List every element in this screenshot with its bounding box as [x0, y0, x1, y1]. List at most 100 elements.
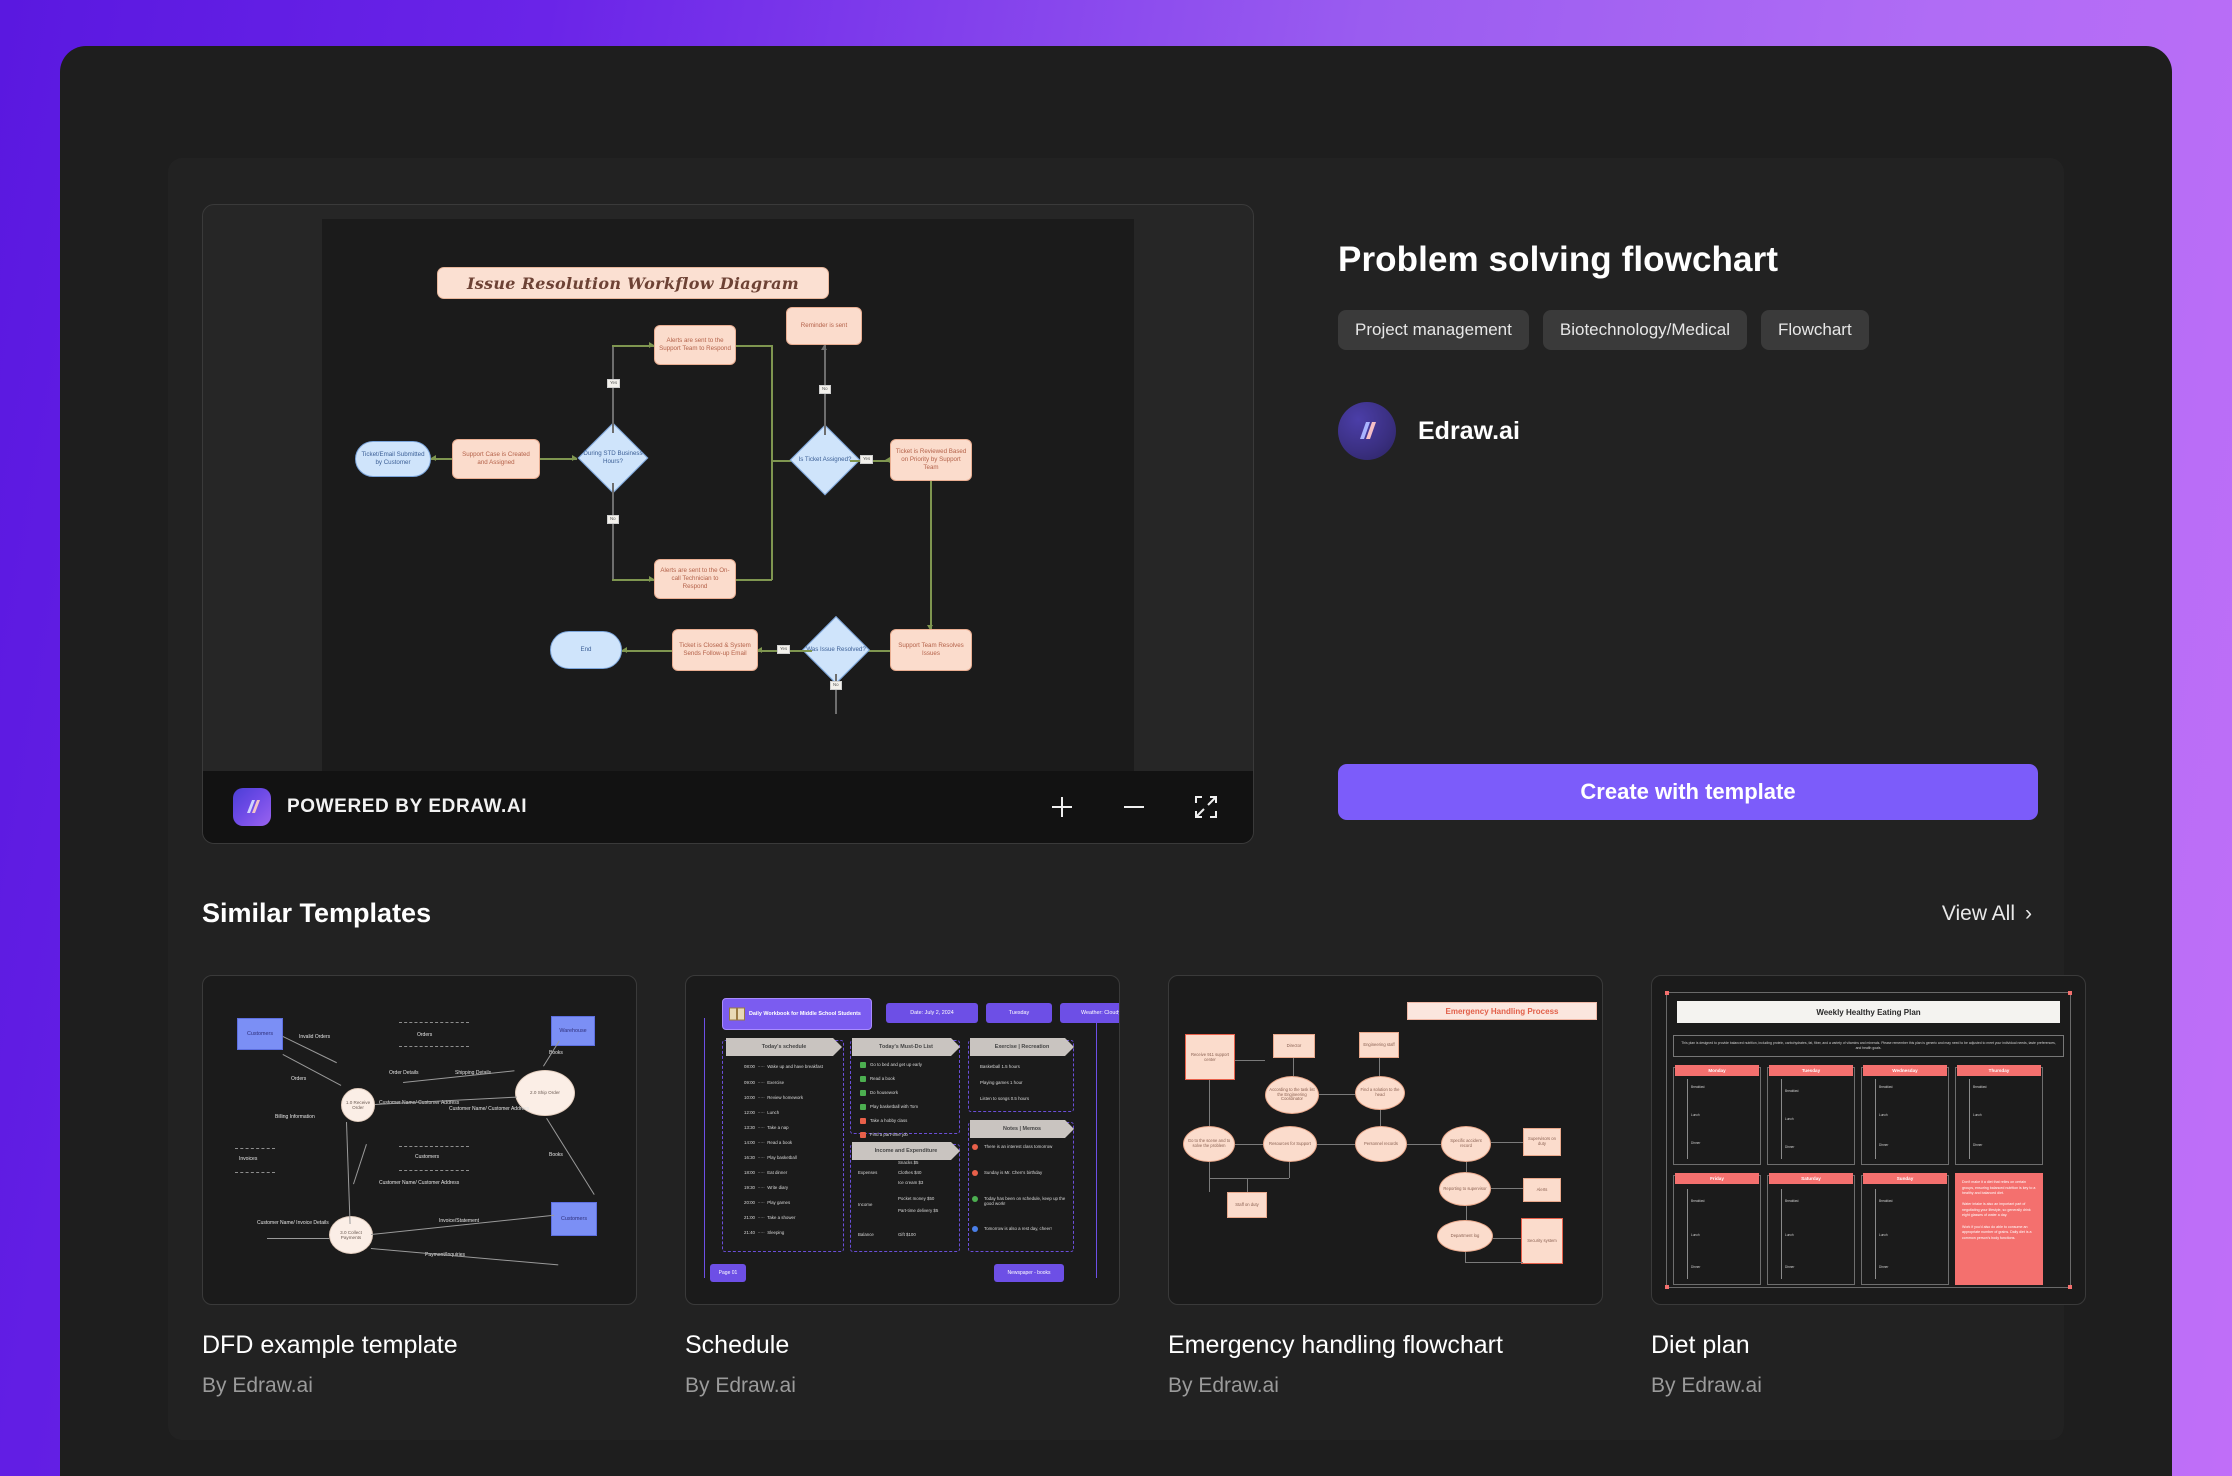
edge [771, 345, 773, 460]
diet-meal: Dinner [1879, 1265, 1889, 1269]
schedule-thumb: Daily Workbook for Middle School Student… [700, 994, 1119, 1286]
card-title: DFD example template [202, 1331, 458, 1359]
diet-tree [1781, 1079, 1782, 1159]
arrow-icon [431, 455, 436, 461]
emergency-edge [1293, 1058, 1294, 1076]
dfd-divider [235, 1148, 275, 1149]
finance-item: Pocket money $50 [898, 1196, 935, 1201]
schedule-row: 14:00 ····· Read a book [744, 1140, 793, 1145]
diet-tree [1687, 1079, 1688, 1159]
node-end[interactable]: End [550, 631, 622, 669]
node-case-created[interactable]: Support Case is Created and Assigned [452, 439, 540, 479]
template-thumbnail[interactable]: Daily Workbook for Middle School Student… [685, 975, 1120, 1305]
diet-tree [1875, 1189, 1876, 1279]
node-start[interactable]: Ticket/Email Submitted by Customer [355, 441, 431, 477]
emergency-edge [1466, 1162, 1467, 1172]
tag-list: Project management Biotechnology/Medical… [1338, 310, 2038, 350]
schedule-header: Daily Workbook for Middle School Student… [722, 998, 872, 1030]
schedule-time: 19:30 [744, 1185, 755, 1190]
diet-meal: Lunch [1785, 1233, 1794, 1237]
dfd-flow [353, 1144, 367, 1185]
dfd-flow-label: Customer Name/ Invoice Details [257, 1220, 329, 1226]
emergency-edge [1209, 1080, 1210, 1126]
avatar [1338, 402, 1396, 460]
template-card-diet[interactable]: Weekly Healthy Eating Plan This plan is … [1651, 975, 2086, 1398]
schedule-column-header: Income and Expenditure [852, 1142, 960, 1160]
template-thumbnail[interactable]: Weekly Healthy Eating Plan This plan is … [1651, 975, 2086, 1305]
node-closed[interactable]: Ticket is Closed & System Sends Follow-u… [672, 629, 758, 671]
schedule-time: 21:00 [744, 1215, 755, 1220]
dfd-flow [370, 1248, 559, 1266]
dfd-divider [399, 1146, 469, 1147]
note-bullet-icon [972, 1226, 978, 1232]
note-bullet-icon [972, 1144, 978, 1150]
template-card-schedule[interactable]: Daily Workbook for Middle School Student… [685, 975, 1120, 1398]
dfd-flow-label: Order Details [389, 1070, 419, 1076]
diet-day-header: Monday [1675, 1065, 1759, 1076]
emergency-edge [1209, 1178, 1289, 1179]
emergency-edge [1247, 1178, 1248, 1192]
diagram-title: Issue Resolution Workflow Diagram [437, 267, 829, 299]
todo-item: Take a hobby class [870, 1118, 908, 1123]
note-bullet-icon [972, 1170, 978, 1176]
schedule-time: 20:00 [744, 1200, 755, 1205]
finance-item: Snacks $5 [898, 1160, 919, 1165]
tag-project-management[interactable]: Project management [1338, 310, 1529, 350]
schedule-chip-weather: Weather: Cloudy [1060, 1003, 1119, 1023]
template-thumbnail[interactable]: Customers Warehouse Customers 1.0 Receiv… [202, 975, 637, 1305]
flowchart-canvas[interactable]: Issue Resolution Workflow Diagram Ticket… [322, 219, 1134, 771]
emergency-node: Receive 911 support center [1185, 1034, 1235, 1080]
schedule-row: 20:00 ····· Play games [744, 1200, 791, 1205]
zoom-in-button[interactable] [1045, 790, 1079, 824]
view-all-link[interactable]: View All › [1942, 902, 2032, 926]
emergency-title: Emergency Handling Process [1407, 1002, 1597, 1020]
node-alerts-oncall[interactable]: Alerts are sent to the On-call Technicia… [654, 559, 736, 599]
tag-biotechnology-medical[interactable]: Biotechnology/Medical [1542, 310, 1747, 350]
schedule-row: 18:00 ····· Eat dinner [744, 1170, 788, 1175]
emergency-edge [1235, 1144, 1263, 1145]
app-window: Issue Resolution Workflow Diagram Ticket… [60, 46, 2172, 1476]
template-card-emergency[interactable]: Emergency Handling Process Receive 911 s… [1168, 975, 1603, 1398]
page-title: Problem solving flowchart [1338, 240, 1779, 279]
node-alerts-support[interactable]: Alerts are sent to the Support Team to R… [654, 325, 736, 365]
diet-day-header: Wednesday [1863, 1065, 1947, 1076]
dfd-flow-label: Customer Name/ Customer Address [379, 1180, 460, 1186]
note-item: Sunday is Mr. Chen's birthday [984, 1170, 1043, 1175]
diet-day-header: Thursday [1957, 1065, 2041, 1076]
schedule-row: 12:00 ····· Lunch [744, 1110, 780, 1115]
preview-tools [1045, 790, 1223, 824]
arrow-icon [572, 455, 577, 461]
schedule-row: 19:30 ····· Write diary [744, 1185, 789, 1190]
edge [612, 345, 614, 433]
create-with-template-button[interactable]: Create with template [1338, 764, 2038, 820]
checkbox-icon [860, 1062, 866, 1068]
tag-flowchart[interactable]: Flowchart [1760, 310, 1869, 350]
dfd-flow-label: Customers [415, 1154, 440, 1160]
schedule-column-header: Today's schedule [726, 1038, 842, 1056]
dfd-flow-label: Customer Name/ Customer Address [449, 1106, 530, 1112]
author-row[interactable]: Edraw.ai [1338, 402, 2038, 460]
emergency-node: Specific accident record [1441, 1126, 1491, 1162]
fullscreen-icon[interactable] [1189, 790, 1223, 824]
emergency-node: Supervisors on duty [1523, 1128, 1561, 1156]
node-team-resolves[interactable]: Support Team Resolves Issues [890, 629, 972, 671]
card-author: By Edraw.ai [1651, 1374, 1762, 1397]
emergency-edge [1491, 1142, 1523, 1143]
card-title: Schedule [685, 1331, 790, 1359]
template-thumbnail[interactable]: Emergency Handling Process Receive 911 s… [1168, 975, 1603, 1305]
emergency-edge [1319, 1094, 1355, 1095]
diet-tree [1969, 1079, 1970, 1159]
schedule-row: 10:00 ····· Review homework [744, 1095, 804, 1100]
node-reminder[interactable]: Reminder is sent [786, 307, 862, 345]
node-reviewed[interactable]: Ticket is Reviewed Based on Priority by … [890, 439, 972, 481]
schedule-column-header: Exercise | Recreation [970, 1038, 1074, 1056]
edraw-logo-icon [233, 788, 271, 826]
dfd-flow-label: Orders [291, 1076, 307, 1082]
schedule-time: 10:00 [744, 1095, 755, 1100]
exercise-item: Listen to songs 0.5 hours [980, 1096, 1030, 1101]
edge [622, 650, 672, 652]
template-card-dfd[interactable]: Customers Warehouse Customers 1.0 Receiv… [202, 975, 637, 1398]
diet-meal: Lunch [1691, 1113, 1700, 1117]
dfd-process: 3.0 Collect Payments [329, 1216, 373, 1254]
zoom-out-button[interactable] [1117, 790, 1151, 824]
